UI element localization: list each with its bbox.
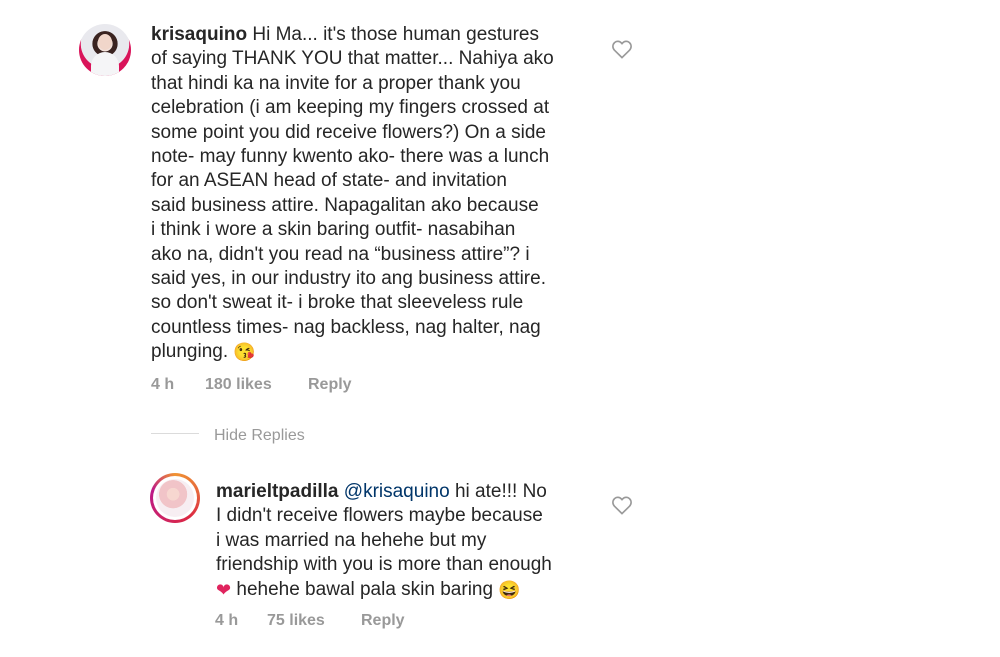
comment-line-9: ako na, didn't you read na “business att… bbox=[151, 243, 530, 265]
laughing-emoji: 😆 bbox=[498, 579, 521, 600]
reply-line-2: i was married na hehehe but my bbox=[216, 529, 487, 551]
comment-first-line: krisaquino Hi Ma... it's those human ges… bbox=[151, 23, 601, 47]
comment-line-4: some point you did receive flowers?) On … bbox=[151, 121, 546, 143]
comment-line-2: that hindi ka na invite for a proper tha… bbox=[151, 72, 521, 94]
krisaquino-avatar[interactable] bbox=[79, 24, 131, 76]
comment-line-1: of saying THANK YOU that matter... Nahiy… bbox=[151, 48, 554, 70]
comment-line-8: i think i wore a skin baring outfit- nas… bbox=[151, 219, 516, 241]
krisaquino-comment: krisaquino Hi Ma... it's those human ges… bbox=[151, 23, 601, 365]
red-heart-emoji: ❤ bbox=[216, 579, 232, 600]
comment-line-11: so don't sweat it- i broke that sleevele… bbox=[151, 292, 524, 314]
reply-likes[interactable]: 75 likes bbox=[267, 612, 367, 630]
hide-replies-button[interactable]: Hide Replies bbox=[214, 427, 305, 445]
avatar-photo bbox=[156, 479, 194, 517]
like-heart-icon[interactable] bbox=[611, 39, 633, 59]
reply-reply-button[interactable]: Reply bbox=[361, 612, 441, 630]
reply-time: 4 h bbox=[215, 612, 239, 629]
reply-mention[interactable]: @krisaquino bbox=[344, 481, 450, 502]
replies-divider bbox=[151, 433, 199, 434]
reply-username[interactable]: marieltpadilla bbox=[216, 481, 339, 502]
comment-line-3: celebration (i am keeping my fingers cro… bbox=[151, 97, 550, 119]
comment-line-10: said yes, in our industry ito ang busine… bbox=[151, 268, 546, 290]
reply-line-3: friendship with you is more than enough bbox=[216, 554, 552, 576]
comment-line-12: countless times- nag backless, nag halte… bbox=[151, 316, 541, 338]
marieltpadilla-avatar[interactable] bbox=[150, 473, 200, 523]
reply-like-heart-icon[interactable] bbox=[611, 495, 633, 515]
reply-last-line: ❤ hehehe bawal pala skin baring 😆 bbox=[216, 578, 606, 602]
kiss-emoji: 😘 bbox=[233, 342, 256, 363]
comment-reply-button[interactable]: Reply bbox=[308, 376, 388, 394]
reply-line-1: I didn't receive flowers maybe because bbox=[216, 505, 543, 527]
marieltpadilla-reply: marieltpadilla @krisaquino hi ate!!! No … bbox=[216, 480, 606, 602]
comment-username[interactable]: krisaquino bbox=[151, 24, 247, 45]
avatar-face bbox=[98, 34, 112, 50]
reply-line-4: hehehe bawal pala skin baring bbox=[236, 578, 494, 600]
avatar-body bbox=[91, 52, 119, 76]
comment-line-0: Hi Ma... it's those human gestures bbox=[252, 24, 540, 45]
comment-time: 4 h bbox=[151, 376, 175, 393]
reply-line-0: hi ate!!! No bbox=[454, 481, 547, 502]
comment-line-7: said business attire. Napagalitan ako be… bbox=[151, 194, 539, 216]
comment-last-line: plunging. 😘 bbox=[151, 340, 601, 364]
comment-line-13: plunging. bbox=[151, 341, 229, 363]
comment-line-6: for an ASEAN head of state- and invitati… bbox=[151, 170, 507, 192]
comment-likes[interactable]: 180 likes bbox=[205, 376, 305, 394]
reply-first-line: marieltpadilla @krisaquino hi ate!!! No bbox=[216, 480, 606, 504]
comment-line-5: note- may funny kwento ako- there was a … bbox=[151, 146, 550, 168]
